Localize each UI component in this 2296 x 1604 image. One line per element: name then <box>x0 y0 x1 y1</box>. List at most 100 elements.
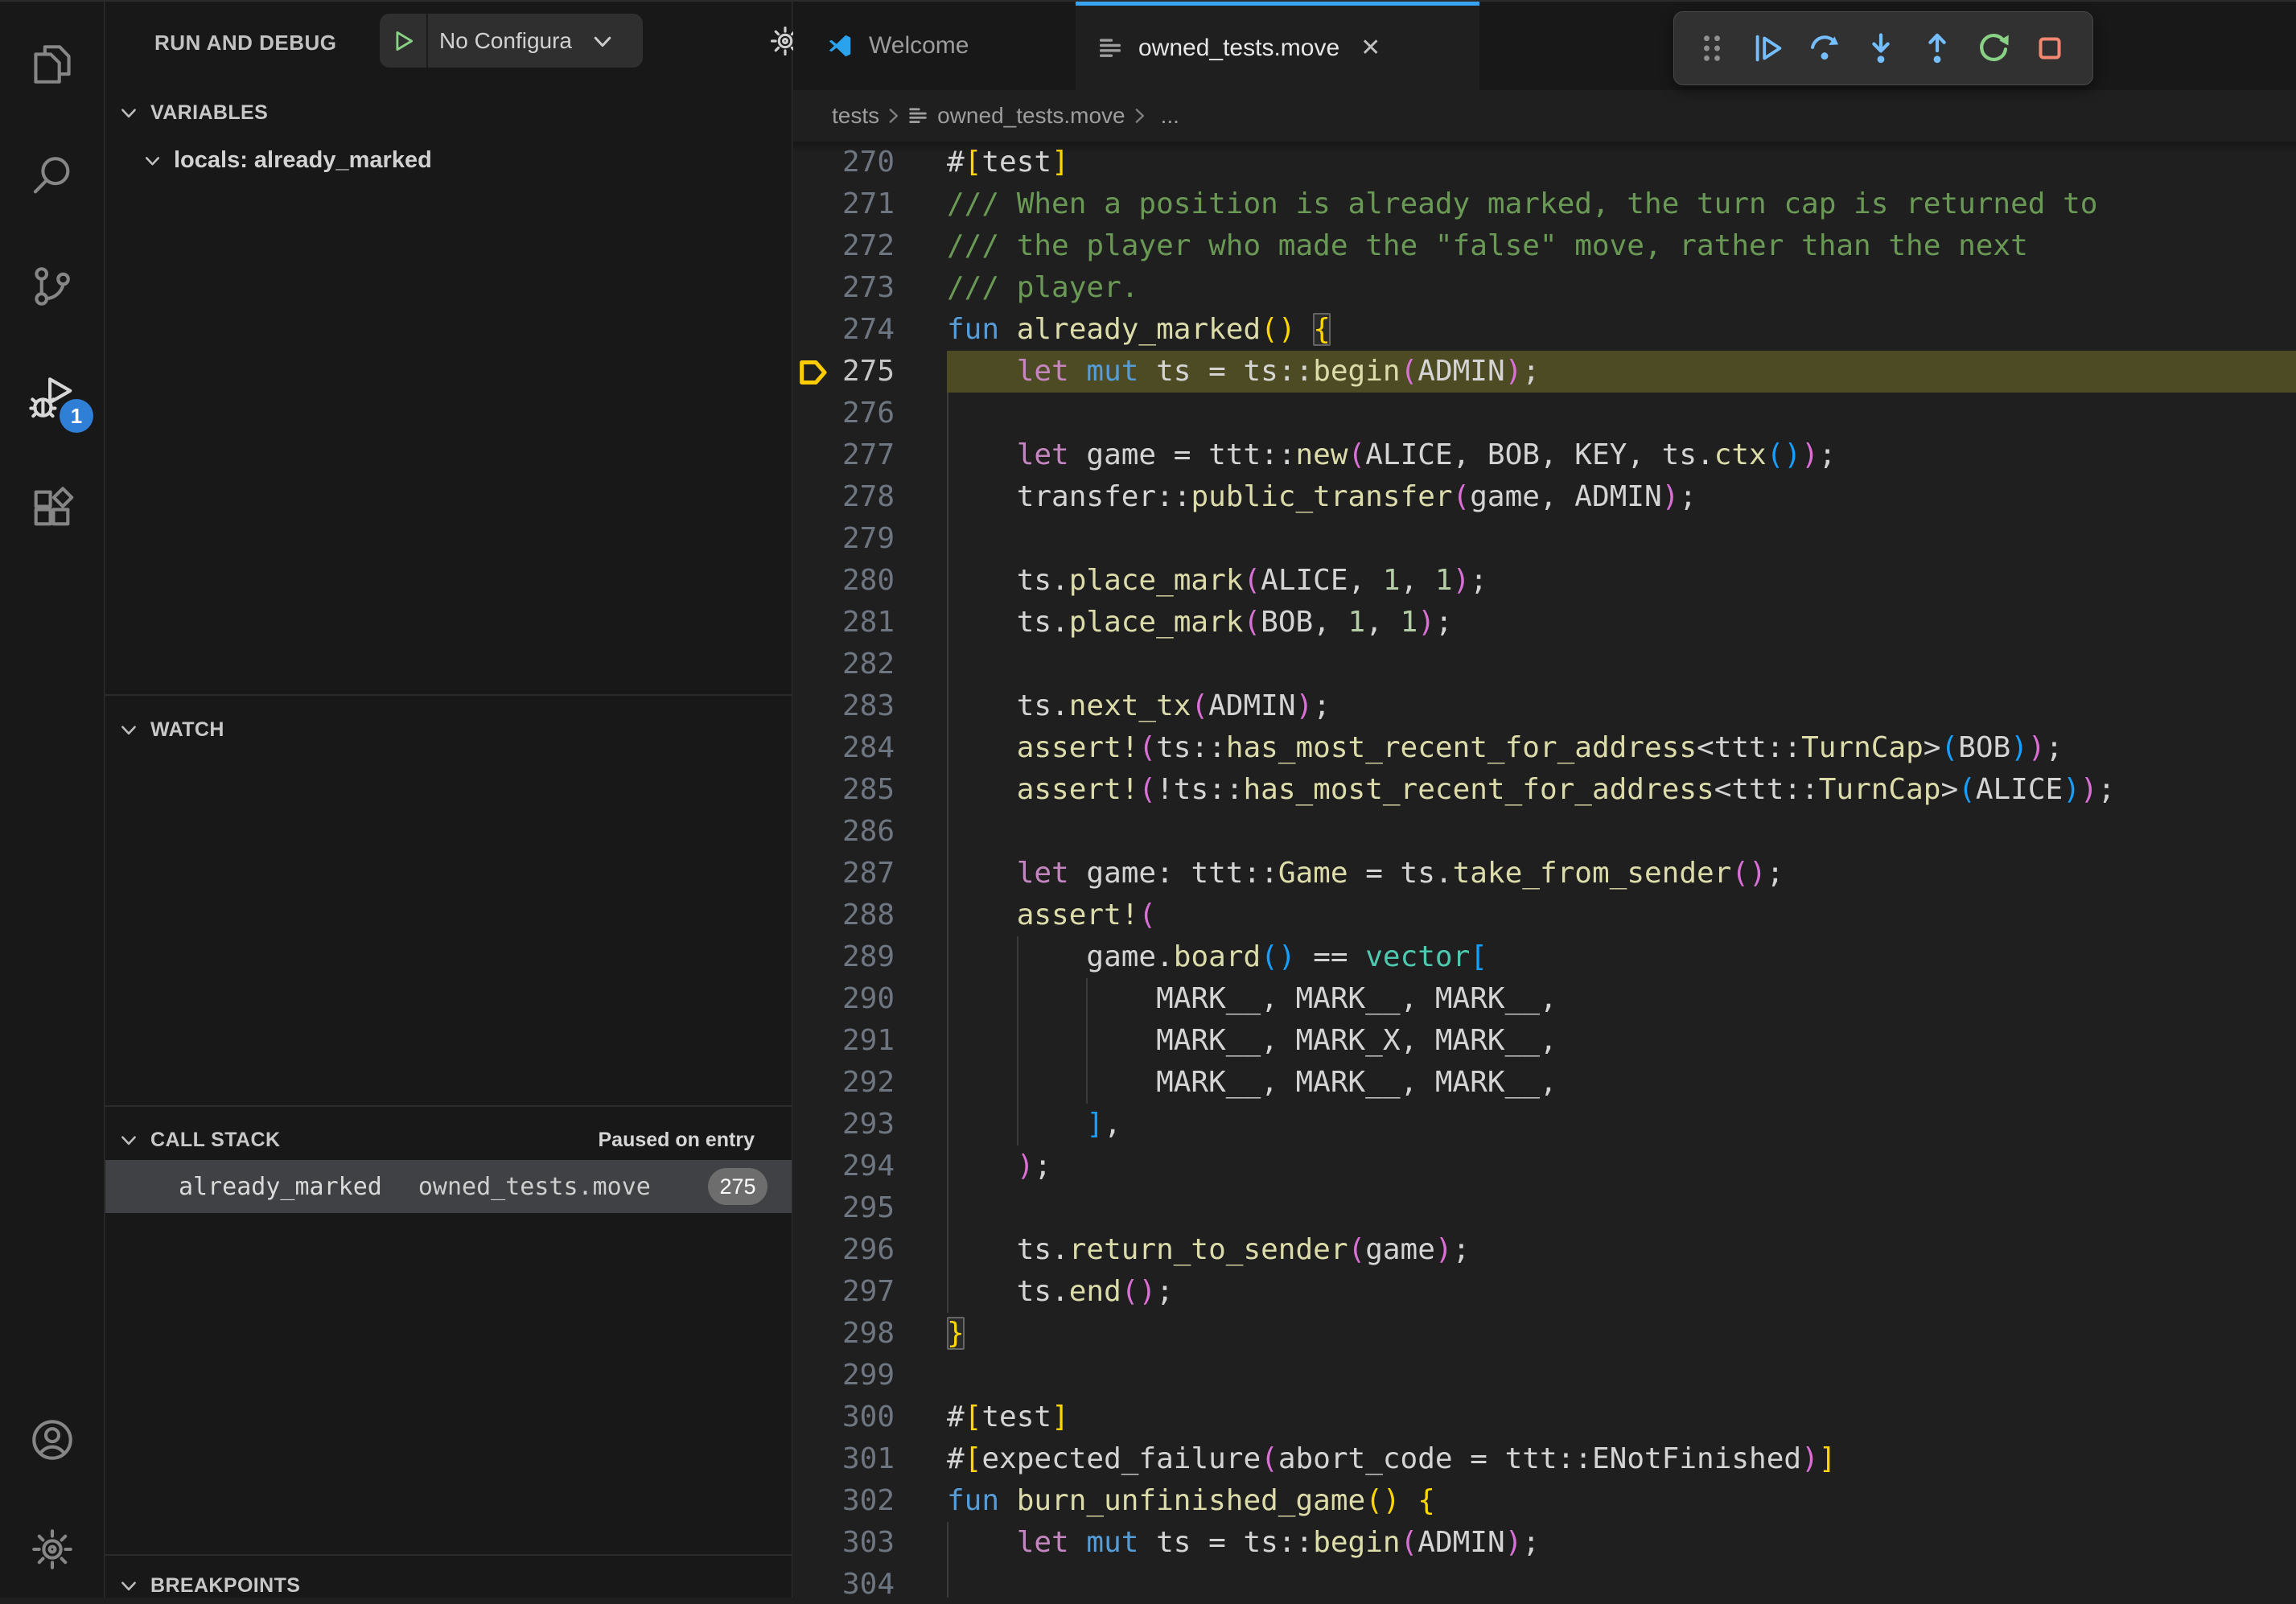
code-line[interactable]: 271/// When a position is already marked… <box>793 183 2296 225</box>
code-line[interactable]: 272/// the player who made the "false" m… <box>793 225 2296 267</box>
watch-section-header[interactable]: WATCH <box>105 711 792 748</box>
gutter[interactable]: 304 <box>793 1564 947 1598</box>
source-control-icon[interactable] <box>0 238 105 335</box>
code-line-content[interactable]: ts.place_mark(BOB, 1, 1); <box>947 602 2296 644</box>
code-line-content[interactable]: assert!(!ts::has_most_recent_for_address… <box>947 769 2296 811</box>
settings-icon[interactable] <box>0 1501 105 1598</box>
gutter[interactable]: 286 <box>793 811 947 853</box>
gutter[interactable]: 271 <box>793 183 947 225</box>
gutter[interactable]: 287 <box>793 853 947 895</box>
code-line-content[interactable]: /// When a position is already marked, t… <box>947 183 2296 225</box>
launch-configuration-picker[interactable]: No Configura <box>380 14 643 68</box>
gutter[interactable]: 299 <box>793 1355 947 1396</box>
gutter[interactable]: 301 <box>793 1438 947 1480</box>
current-execution-line[interactable]: 275 let mut ts = ts::begin(ADMIN); <box>793 351 2296 393</box>
gutter[interactable]: 292 <box>793 1062 947 1104</box>
code-line-content[interactable] <box>947 393 2296 434</box>
gutter[interactable]: 284 <box>793 727 947 769</box>
code-line-content[interactable]: transfer::public_transfer(game, ADMIN); <box>947 476 2296 518</box>
code-line-content[interactable]: fun already_marked() { <box>947 309 2296 351</box>
gutter[interactable]: 288 <box>793 895 947 936</box>
gutter[interactable]: 300 <box>793 1396 947 1438</box>
gutter[interactable]: 293 <box>793 1104 947 1145</box>
code-line[interactable]: 280 ts.place_mark(ALICE, 1, 1); <box>793 560 2296 602</box>
code-line[interactable]: 300#[test] <box>793 1396 2296 1438</box>
code-line[interactable]: 304 <box>793 1564 2296 1598</box>
gutter[interactable]: 279 <box>793 518 947 560</box>
tab-owned-tests-move[interactable]: owned_tests.move ✕ <box>1076 2 1479 90</box>
extensions-icon[interactable] <box>0 460 105 557</box>
code-line-content[interactable] <box>947 1355 2296 1396</box>
gutter[interactable]: 296 <box>793 1229 947 1271</box>
code-line[interactable]: 284 assert!(ts::has_most_recent_for_addr… <box>793 727 2296 769</box>
code-line-content[interactable]: /// player. <box>947 267 2296 309</box>
breadcrumb-symbol[interactable]: ... <box>1161 103 1179 129</box>
variables-scope-row[interactable]: locals: already_marked <box>105 138 792 182</box>
code-line[interactable]: 281 ts.place_mark(BOB, 1, 1); <box>793 602 2296 644</box>
gutter[interactable]: 277 <box>793 434 947 476</box>
step-into-icon[interactable] <box>1853 18 1909 79</box>
stop-icon[interactable] <box>2022 18 2078 79</box>
gutter[interactable]: 278 <box>793 476 947 518</box>
code-line-content[interactable] <box>947 811 2296 853</box>
breadcrumb-file[interactable]: owned_tests.move <box>937 103 1125 129</box>
code-line-content[interactable]: } <box>947 1313 2296 1355</box>
code-line[interactable]: 289 game.board() == vector[ <box>793 936 2296 978</box>
tab-welcome[interactable]: Welcome <box>804 2 1070 90</box>
account-icon[interactable] <box>0 1392 105 1488</box>
gutter[interactable]: 298 <box>793 1313 947 1355</box>
code-line[interactable]: 282 <box>793 644 2296 685</box>
gutter[interactable]: 270 <box>793 142 947 183</box>
configuration-label[interactable]: No Configura <box>428 28 589 54</box>
run-and-debug-icon[interactable]: 1 <box>0 349 105 446</box>
gutter[interactable]: 289 <box>793 936 947 978</box>
code-line[interactable]: 288 assert!( <box>793 895 2296 936</box>
code-line[interactable]: 298} <box>793 1313 2296 1355</box>
code-line-content[interactable]: #[test] <box>947 142 2296 183</box>
code-line[interactable]: 302fun burn_unfinished_game() { <box>793 1480 2296 1522</box>
code-line[interactable]: 286 <box>793 811 2296 853</box>
code-line-content[interactable]: assert!( <box>947 895 2296 936</box>
code-line-content[interactable]: let game: ttt::Game = ts.take_from_sende… <box>947 853 2296 895</box>
code-line[interactable]: 278 transfer::public_transfer(game, ADMI… <box>793 476 2296 518</box>
drag-handle-icon[interactable] <box>1684 18 1740 79</box>
gutter[interactable]: 275 <box>793 351 947 393</box>
continue-icon[interactable] <box>1740 18 1796 79</box>
gutter[interactable]: 295 <box>793 1187 947 1229</box>
gutter[interactable]: 272 <box>793 225 947 267</box>
code-line-content[interactable] <box>947 644 2296 685</box>
code-line-content[interactable]: ts.end(); <box>947 1271 2296 1313</box>
code-line-content[interactable]: MARK__, MARK_X, MARK__, <box>947 1020 2296 1062</box>
code-line[interactable]: 296 ts.return_to_sender(game); <box>793 1229 2296 1271</box>
breakpoints-section-header[interactable]: BREAKPOINTS <box>105 1567 792 1604</box>
gutter[interactable]: 273 <box>793 267 947 309</box>
tab-label[interactable]: owned_tests.move <box>1138 35 1339 62</box>
code-line-content[interactable]: game.board() == vector[ <box>947 936 2296 978</box>
code-line-content[interactable]: MARK__, MARK__, MARK__, <box>947 1062 2296 1104</box>
code-line-content[interactable]: ts.return_to_sender(game); <box>947 1229 2296 1271</box>
code-line[interactable]: 295 <box>793 1187 2296 1229</box>
code-line-content[interactable] <box>947 1187 2296 1229</box>
gutter[interactable]: 283 <box>793 685 947 727</box>
code-line-content[interactable]: let game = ttt::new(ALICE, BOB, KEY, ts.… <box>947 434 2296 476</box>
code-line[interactable]: 283 ts.next_tx(ADMIN); <box>793 685 2296 727</box>
code-line-content[interactable]: assert!(ts::has_most_recent_for_address<… <box>947 727 2296 769</box>
gutter[interactable]: 285 <box>793 769 947 811</box>
tab-label[interactable]: Welcome <box>869 32 969 60</box>
search-icon[interactable] <box>0 127 105 224</box>
gutter[interactable]: 297 <box>793 1271 947 1313</box>
code-line[interactable]: 301#[expected_failure(abort_code = ttt::… <box>793 1438 2296 1480</box>
code-line-content[interactable]: MARK__, MARK__, MARK__, <box>947 978 2296 1020</box>
code-line[interactable]: 287 let game: ttt::Game = ts.take_from_s… <box>793 853 2296 895</box>
code-line[interactable]: 276 <box>793 393 2296 434</box>
call-stack-section-header[interactable]: CALL STACK Paused on entry <box>105 1121 792 1158</box>
code-line[interactable]: 273/// player. <box>793 267 2296 309</box>
code-line[interactable]: 290 MARK__, MARK__, MARK__, <box>793 978 2296 1020</box>
code-line[interactable]: 274fun already_marked() { <box>793 309 2296 351</box>
step-out-icon[interactable] <box>1909 18 1965 79</box>
code-line[interactable]: 270#[test] <box>793 142 2296 183</box>
gutter[interactable]: 274 <box>793 309 947 351</box>
gutter[interactable]: 282 <box>793 644 947 685</box>
restart-icon[interactable] <box>1965 18 2022 79</box>
explorer-icon[interactable] <box>0 16 105 113</box>
